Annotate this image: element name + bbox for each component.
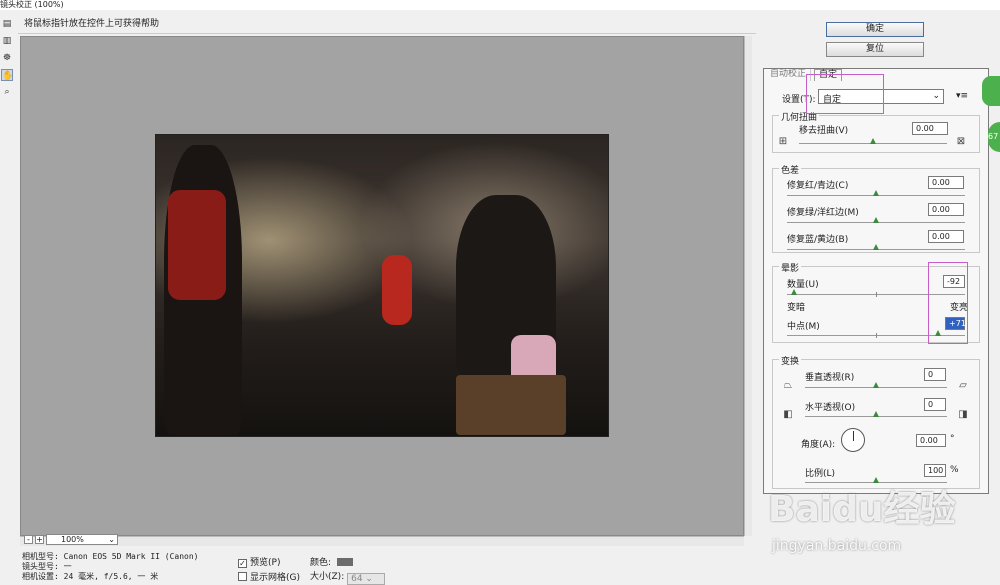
- vertical-perspective-left-icon: ⏢: [784, 380, 792, 391]
- mascot-icon: [982, 76, 1000, 106]
- preview-photo[interactable]: [155, 134, 609, 437]
- reset-button[interactable]: 复位: [826, 42, 924, 57]
- vignette-midpoint-label: 中点(M): [787, 322, 820, 332]
- camera-settings: 相机设置: 24 毫米, f/5.6, 一 米: [22, 572, 159, 581]
- chromatic-title: 色差: [779, 163, 802, 176]
- show-grid-label: 显示网格(G): [250, 573, 300, 583]
- watermark-url: jingyan.baidu.com: [772, 538, 902, 554]
- highlight-settings: [806, 74, 884, 114]
- preview-option[interactable]: ✓ 预览(P): [238, 555, 280, 568]
- chromatic-group: 色差 修复红/青边(C) 0.00 修复绿/洋红边(M) 0.00 修复蓝/黄边…: [772, 163, 980, 253]
- angle-label: 角度(A):: [801, 440, 836, 450]
- grid-size-value: 64: [351, 574, 363, 584]
- red-cyan-thumb[interactable]: [873, 190, 879, 196]
- horizontal-perspective-label: 水平透视(O): [805, 403, 856, 413]
- ok-button[interactable]: 确定: [826, 22, 924, 37]
- photo-red-jacket: [168, 190, 226, 300]
- horizontal-perspective-right-icon: ◨: [958, 409, 968, 420]
- grid-size-select[interactable]: 64 ⌄: [347, 573, 386, 585]
- toolbar: ▤ ▥ ☸ ✋ ⌕: [0, 14, 16, 104]
- scale-unit: %: [950, 465, 959, 475]
- angle-dial[interactable]: [841, 428, 865, 452]
- green-magenta-label: 修复绿/洋红边(M): [787, 208, 859, 218]
- preview-checkbox[interactable]: ✓: [238, 559, 247, 568]
- angle-dial-needle: [853, 431, 854, 441]
- green-magenta-field[interactable]: 0.00: [928, 203, 964, 216]
- preview-label: 预览(P): [250, 558, 281, 568]
- blue-yellow-thumb[interactable]: [873, 244, 879, 250]
- vignette-amount-center-tick: [876, 292, 877, 297]
- vertical-perspective-field[interactable]: 0: [924, 368, 946, 381]
- photo-display-box: [456, 375, 566, 435]
- vertical-perspective-thumb[interactable]: [873, 382, 879, 388]
- help-hint: 将鼠标指针放在控件上可获得帮助: [18, 16, 756, 34]
- chevron-down-icon: ⌄: [108, 535, 115, 544]
- remove-distortion-label: 移去扭曲(V): [799, 126, 849, 136]
- tab-auto-correction[interactable]: 自动校正: [766, 69, 812, 81]
- vertical-scrollbar[interactable]: [744, 36, 752, 536]
- vignette-title: 晕影: [779, 261, 802, 274]
- remove-distortion-field[interactable]: 0.00: [912, 122, 948, 135]
- zoom-out-button[interactable]: -: [24, 535, 33, 544]
- zoom-select[interactable]: 100% ⌄: [46, 534, 118, 545]
- scale-label: 比例(L): [805, 469, 836, 479]
- zoom-control: - + 100% ⌄: [20, 534, 190, 546]
- side-badge: 67: [988, 122, 1000, 152]
- settings-panel: 自动校正 自定 设置(T): 自定 ⌄ ▾≡ 几何扭曲 移去扭曲(V) 0.00…: [763, 68, 989, 494]
- lens-model: 镜头型号: 一: [22, 562, 72, 571]
- grid-color-swatch[interactable]: [337, 558, 354, 566]
- show-grid-option[interactable]: 显示网格(G): [238, 570, 300, 583]
- vignette-amount-thumb[interactable]: [791, 289, 798, 295]
- camera-model: 相机型号: Canon EOS 5D Mark II (Canon): [22, 552, 199, 561]
- zoom-in-button[interactable]: +: [35, 535, 44, 544]
- vertical-perspective-right-icon: ⏥: [959, 380, 967, 391]
- vignette-dark-label: 变暗: [787, 303, 806, 313]
- zoom-tool-icon[interactable]: ⌕: [1, 86, 13, 98]
- red-cyan-label: 修复红/青边(C): [787, 181, 849, 191]
- transform-group: 变换 垂直透视(R) 0 ⏢ ⏥ 水平透视(O) 0 ◧ ◨ 角度(A): 0.…: [772, 354, 980, 489]
- chevron-down-icon: ⌄: [932, 91, 940, 101]
- hand-tool-icon[interactable]: ✋: [1, 69, 13, 81]
- show-grid-checkbox[interactable]: [238, 572, 247, 581]
- watermark-logo: Baidu经验: [768, 489, 956, 530]
- move-grid-tool-icon[interactable]: ☸: [1, 52, 13, 64]
- window-title: 镜头校正 (100%): [0, 0, 1000, 10]
- angle-unit: °: [950, 434, 955, 444]
- horizontal-perspective-field[interactable]: 0: [924, 398, 946, 411]
- vignette-midpoint-center-tick: [876, 333, 877, 338]
- remove-distortion-tool-icon[interactable]: ▤: [1, 18, 13, 30]
- vertical-perspective-label: 垂直透视(R): [805, 373, 855, 383]
- barrel-icon: ⊠: [956, 136, 966, 147]
- blue-yellow-field[interactable]: 0.00: [928, 230, 964, 243]
- photo-woman-red: [382, 255, 412, 325]
- zoom-value: 100%: [61, 535, 84, 544]
- pincushion-icon: ⊞: [778, 136, 788, 147]
- color-label: 颜色:: [310, 558, 332, 568]
- camera-info: 相机型号: Canon EOS 5D Mark II (Canon) 镜头型号:…: [22, 552, 242, 582]
- straighten-tool-icon[interactable]: ▥: [1, 35, 13, 47]
- horizontal-perspective-left-icon: ◧: [783, 409, 793, 420]
- size-label: 大小(Z):: [310, 572, 345, 582]
- green-magenta-thumb[interactable]: [873, 217, 879, 223]
- scale-field[interactable]: 100: [924, 464, 946, 477]
- grid-size-option: 大小(Z): 64 ⌄: [310, 569, 386, 585]
- highlight-vignette: [928, 262, 968, 344]
- horizontal-perspective-thumb[interactable]: [873, 411, 879, 417]
- angle-field[interactable]: 0.00: [916, 434, 946, 447]
- grid-color-option: 颜色:: [310, 555, 354, 568]
- transform-title: 变换: [779, 354, 802, 367]
- remove-distortion-thumb[interactable]: [870, 138, 876, 144]
- settings-menu-icon[interactable]: ▾≡: [956, 91, 968, 101]
- blue-yellow-label: 修复蓝/黄边(B): [787, 235, 849, 245]
- geometric-group: 几何扭曲 移去扭曲(V) 0.00 ⊞ ⊠: [772, 110, 980, 153]
- red-cyan-field[interactable]: 0.00: [928, 176, 964, 189]
